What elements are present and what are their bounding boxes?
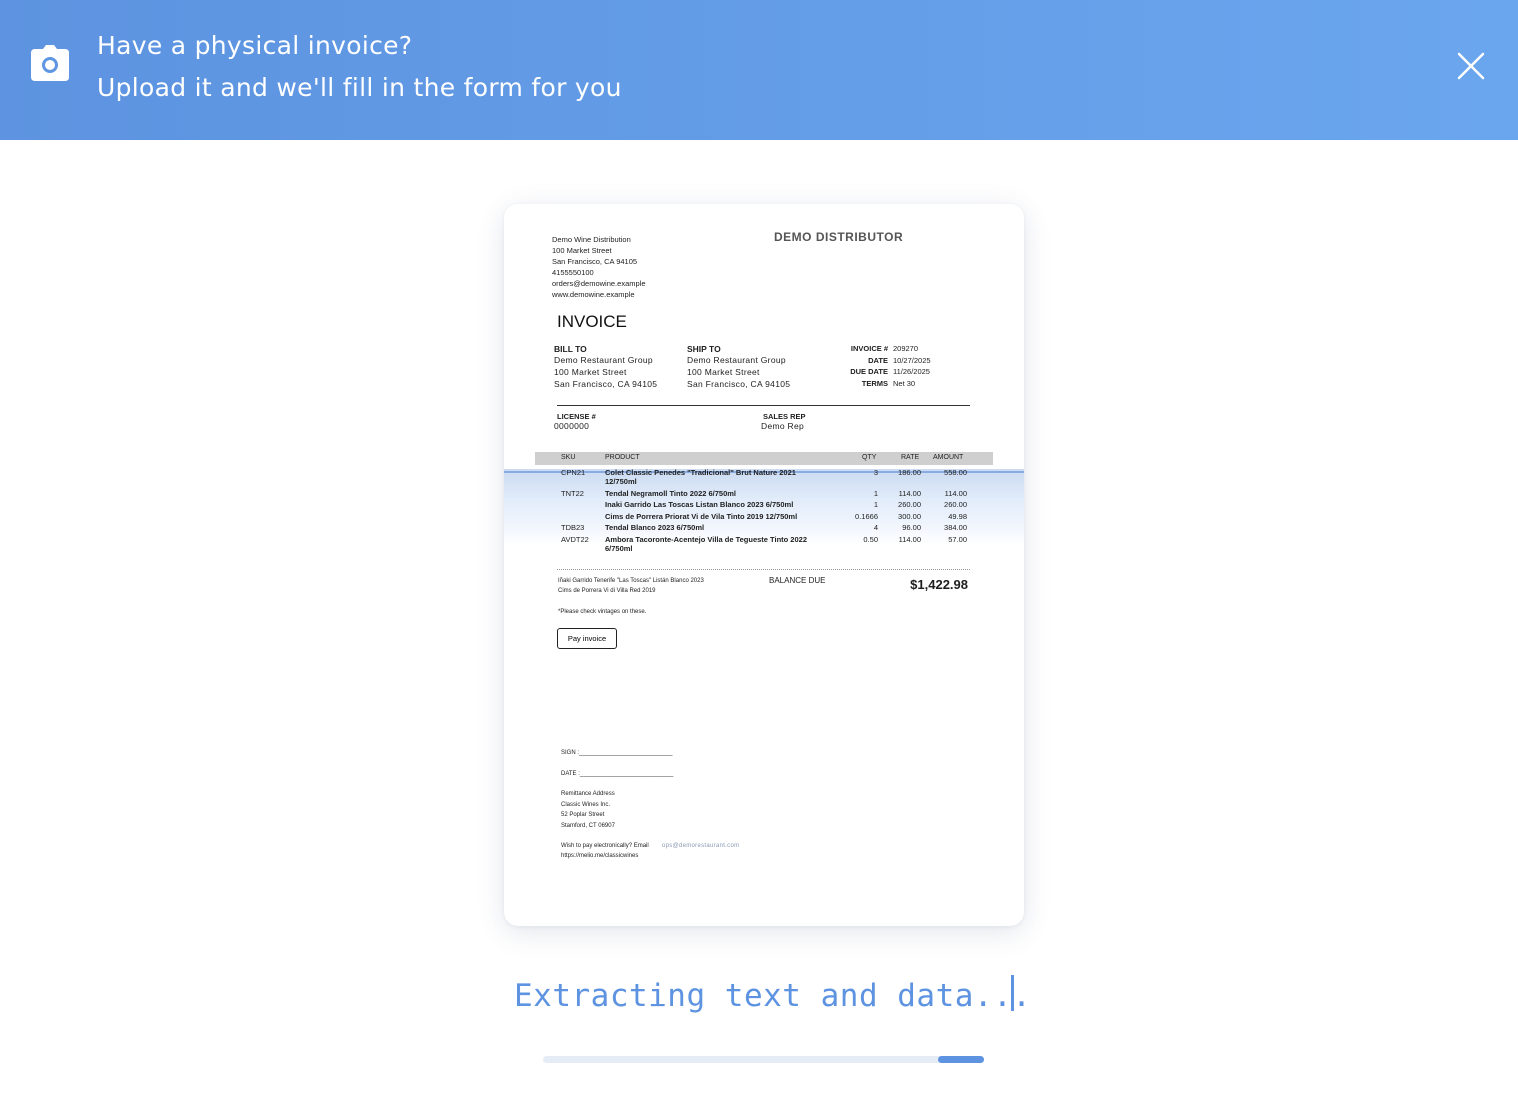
- row-rate: 114.00: [898, 535, 921, 544]
- ship-to-name: Demo Restaurant Group: [687, 355, 786, 365]
- upload-banner: Have a physical invoice? Upload it and w…: [0, 0, 1518, 140]
- vendor-phone: 4155550100: [552, 268, 594, 277]
- invoice-preview: Demo Wine Distribution 100 Market Street…: [504, 204, 1024, 926]
- text-cursor: [1011, 975, 1014, 1011]
- row-product: Tendal Blanco 2023 6/750ml: [605, 523, 705, 532]
- row-amount: 260.00: [944, 500, 967, 509]
- terms-label: TERMS: [861, 378, 888, 388]
- row-product-pack: 12/750ml: [605, 477, 637, 486]
- remittance-street: 52 Poplar Street: [561, 812, 605, 818]
- balance-due-label: BALANCE DUE: [769, 576, 826, 585]
- vendor-email: orders@demowine.example: [552, 279, 646, 288]
- terms: Net 30: [893, 378, 916, 388]
- banner-title: Have a physical invoice?: [97, 31, 413, 60]
- row-qty: 3: [873, 468, 878, 477]
- bill-to-name: Demo Restaurant Group: [554, 355, 653, 365]
- vendor-name: Demo Wine Distribution: [552, 235, 631, 244]
- electronic-pay-text: Wish to pay electronically? Email: [561, 843, 649, 849]
- vendor-city: San Francisco, CA 94105: [552, 257, 638, 266]
- bill-to-street: 100 Market Street: [554, 367, 627, 377]
- vendor-brand: DEMO DISTRIBUTOR: [774, 230, 904, 244]
- row-amount: 57.00: [948, 535, 967, 544]
- col-sku: SKU: [561, 454, 576, 461]
- invoice-meta-labels: INVOICE # DATE DUE DATE TERMS: [804, 343, 888, 389]
- balance-due-amount: $1,422.98: [910, 577, 968, 592]
- note-line-1: Iñaki Garrido Tenerife "Las Toscas" List…: [558, 578, 704, 584]
- row-sku: TNT22: [561, 489, 584, 498]
- row-qty: 1: [873, 500, 878, 509]
- table-header-bar: [535, 452, 993, 465]
- row-sku: TDB23: [561, 523, 585, 532]
- row-qty: 1: [873, 489, 878, 498]
- ship-to-label: SHIP TO: [687, 344, 721, 354]
- divider: [557, 405, 970, 406]
- remittance-title: Remittance Address: [561, 791, 615, 797]
- invoice-date: 10/27/2025: [893, 355, 931, 365]
- col-product: PRODUCT: [605, 454, 640, 461]
- vendor-website: www.demowine.example: [552, 290, 635, 299]
- row-product: Inaki Garrido Las Toscas Listan Blanco 2…: [605, 500, 794, 509]
- row-amount: 114.00: [944, 489, 967, 498]
- vendor-street: 100 Market Street: [552, 246, 612, 255]
- row-rate: 186.00: [898, 468, 921, 477]
- row-sku: CPN21: [561, 468, 586, 477]
- row-product: Tendal Negramoll Tinto 2022 6/750ml: [605, 489, 737, 498]
- electronic-pay-url[interactable]: https://melio.me/classicwines: [561, 851, 638, 862]
- sales-rep-value: Demo Rep: [761, 421, 805, 431]
- row-rate: 300.00: [898, 512, 921, 521]
- close-icon[interactable]: [1455, 50, 1487, 82]
- vendor-address-block: Demo Wine Distribution 100 Market Street…: [552, 234, 646, 300]
- invoice-meta-values: 209270 10/27/2025 11/26/2025 Net 30: [893, 343, 931, 389]
- row-product: Cims de Porrera Priorat Vi de Vila Tinto…: [605, 512, 798, 521]
- ship-to-street: 100 Market Street: [687, 367, 760, 377]
- ship-to-block: SHIP TO Demo Restaurant Group 100 Market…: [687, 344, 790, 390]
- banner-subtitle: Upload it and we'll fill in the form for…: [97, 73, 622, 102]
- invoice-number-label: INVOICE #: [850, 344, 888, 353]
- camera-icon[interactable]: [31, 45, 69, 81]
- row-amount: 558.00: [944, 468, 967, 477]
- date-line: DATE :____________________________: [561, 771, 674, 777]
- invoice-number: 209270: [893, 344, 919, 353]
- row-sku: AVDT22: [561, 535, 589, 544]
- due-date: 11/26/2025: [893, 367, 930, 376]
- license-value: 0000000: [554, 421, 590, 431]
- row-product: Ambora Tacoronte-Acentejo Villa de Tegue…: [605, 535, 807, 544]
- row-amount: 49.98: [948, 512, 967, 521]
- col-qty: QTY: [862, 454, 877, 461]
- remittance-block: Remittance Address Classic Wines Inc. 52…: [561, 789, 615, 831]
- row-qty: 0.1666: [855, 512, 878, 521]
- col-rate: RATE: [901, 454, 920, 461]
- row-product: Colet Classic Penedes "Tradicional" Brut…: [605, 468, 796, 477]
- bill-to-city: San Francisco, CA 94105: [554, 379, 658, 389]
- remittance-city: Stamford, CT 06907: [561, 822, 615, 829]
- date-label: DATE: [868, 355, 888, 365]
- remittance-name: Classic Wines Inc.: [561, 801, 611, 808]
- note-line-3: *Please check vintages on these.: [558, 609, 647, 615]
- col-amount: AMOUNT: [933, 454, 964, 461]
- row-qty: 4: [873, 523, 878, 532]
- progress-track: [543, 1056, 984, 1063]
- progress-fill: [938, 1056, 984, 1063]
- electronic-pay-email[interactable]: ops@demorestaurant.com: [662, 841, 739, 852]
- bill-to-label: BILL TO: [554, 344, 587, 354]
- extraction-status: Extracting text and data...: [514, 978, 1032, 1014]
- bill-to-block: BILL TO Demo Restaurant Group 100 Market…: [554, 344, 657, 390]
- invoice-title: INVOICE: [557, 312, 627, 331]
- row-rate: 114.00: [898, 489, 921, 498]
- row-product-pack: 6/750ml: [605, 544, 633, 553]
- row-qty: 0.50: [863, 535, 878, 544]
- row-rate: 260.00: [898, 500, 921, 509]
- pay-invoice-button[interactable]: Pay invoice: [557, 628, 617, 649]
- row-rate: 96.00: [902, 523, 921, 532]
- dotted-divider: [557, 569, 970, 570]
- ship-to-city: San Francisco, CA 94105: [687, 379, 791, 389]
- note-line-2: Cims de Porrera Vi di Villa Red 2019: [558, 588, 656, 594]
- sign-line: SIGN :____________________________: [561, 750, 673, 756]
- row-amount: 384.00: [944, 523, 967, 532]
- due-date-label: DUE DATE: [850, 367, 888, 376]
